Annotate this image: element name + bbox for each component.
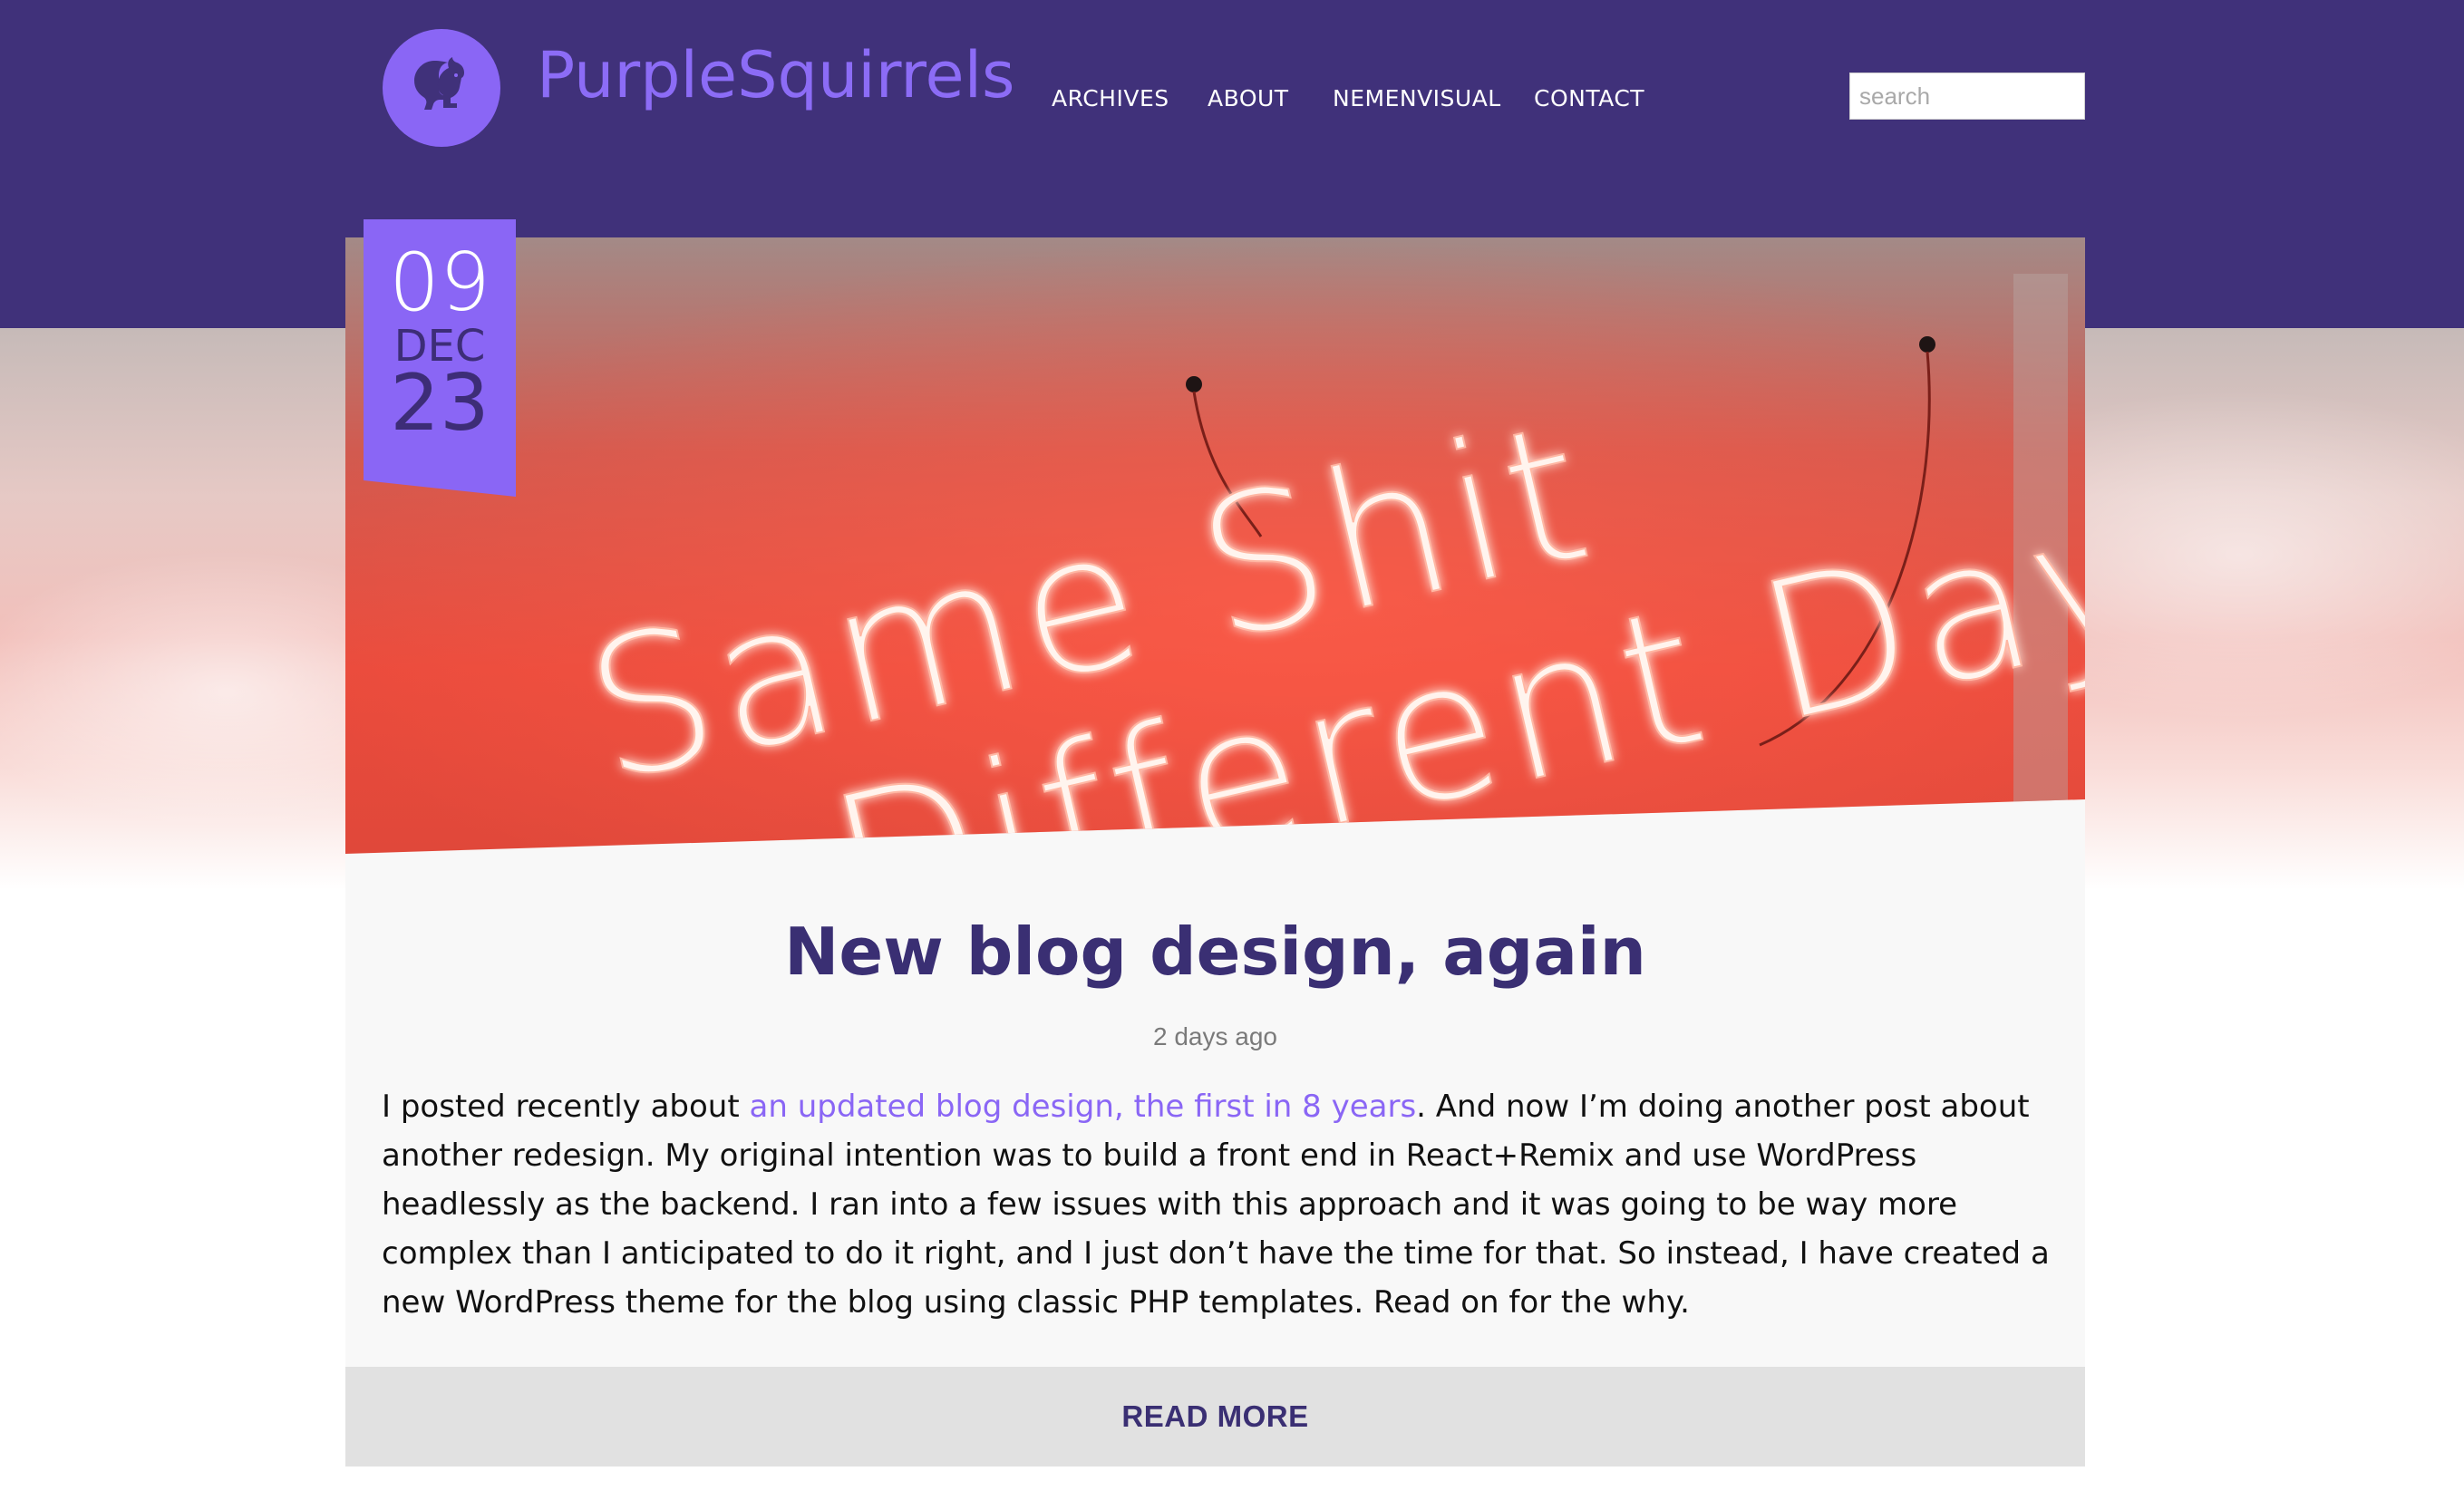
- read-more-button[interactable]: READ MORE: [345, 1367, 2085, 1466]
- post-date-badge: 09 DEC 23: [364, 219, 516, 497]
- nav-item-about[interactable]: ABOUT: [1208, 85, 1289, 111]
- post-excerpt: I posted recently about an updated blog …: [382, 1082, 2050, 1327]
- excerpt-text-before: I posted recently about: [382, 1089, 750, 1125]
- search-input[interactable]: [1849, 73, 2085, 120]
- site-brand[interactable]: PurpleSquirrels: [537, 44, 1015, 107]
- post-title[interactable]: New blog design, again: [345, 919, 2085, 984]
- nav-item-archives[interactable]: ARCHIVES: [1052, 85, 1169, 111]
- nav-item-nemenvisual[interactable]: NEMENVISUAL: [1333, 85, 1501, 111]
- site-logo[interactable]: [383, 29, 500, 147]
- post-hero-image[interactable]: Same Shit Different Day: [345, 237, 2085, 854]
- post-date-year: 23: [390, 358, 490, 449]
- squirrel-icon: [403, 48, 480, 128]
- post-card: Same Shit Different Day 09 DEC 23 New bl…: [345, 219, 2085, 1466]
- nav-item-contact[interactable]: CONTACT: [1534, 85, 1644, 111]
- excerpt-link[interactable]: an updated blog design, the first in 8 y…: [750, 1089, 1417, 1125]
- post-meta: 2 days ago: [1153, 1022, 1277, 1050]
- post-date-day: 09: [389, 236, 490, 329]
